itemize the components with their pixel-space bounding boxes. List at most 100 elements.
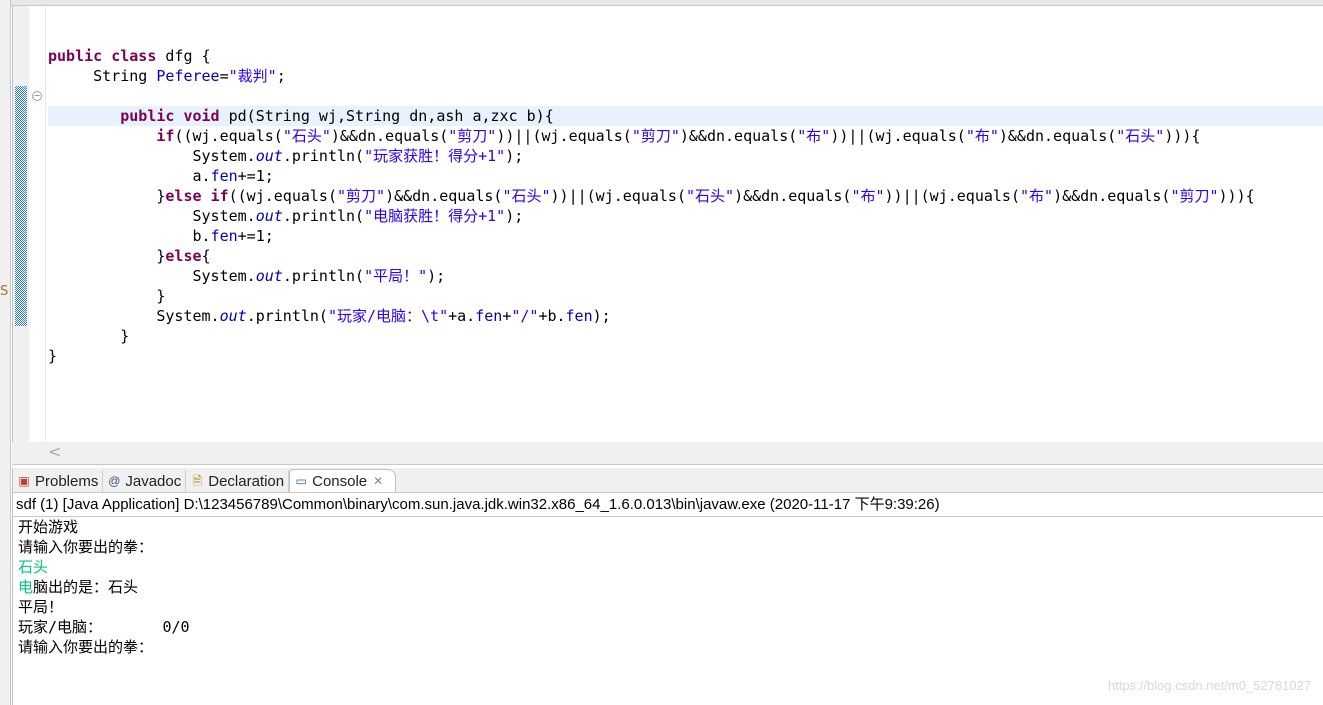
code-text: .println(: [282, 147, 365, 165]
tab-console[interactable]: ▭ Console ✕: [289, 469, 397, 492]
field-name: fen: [475, 307, 503, 325]
code-line[interactable]: a.fen+=1;: [48, 166, 1323, 186]
code-text: );: [505, 147, 524, 165]
static-field: out: [255, 207, 283, 225]
code-line[interactable]: System.out.println("平局！");: [48, 266, 1323, 286]
code-text: String: [48, 67, 157, 85]
code-text: )&&dn.equals(: [385, 187, 503, 205]
code-line[interactable]: }: [48, 326, 1323, 346]
code-line[interactable]: String Peferee="裁判";: [48, 66, 1323, 86]
code-text: b.: [48, 227, 211, 245]
console-process-label: sdf (1) [Java Application] D:\123456789\…: [13, 493, 1323, 517]
string-literal: "布": [1020, 187, 1054, 205]
tab-declaration[interactable]: 🗎 Declaration: [186, 470, 290, 492]
console-line: 请输入你要出的拳：: [18, 637, 1323, 657]
code-line[interactable]: b.fen+=1;: [48, 226, 1323, 246]
string-literal: "石头": [502, 187, 551, 205]
code-text: }: [48, 187, 166, 205]
console-output-text: 请输入你要出的拳：: [18, 638, 154, 656]
code-text: );: [592, 307, 611, 325]
code-text: =: [219, 67, 229, 85]
code-text: .println(: [282, 267, 365, 285]
code-line[interactable]: [48, 26, 1323, 46]
keyword: else: [165, 247, 202, 265]
code-line[interactable]: }: [48, 286, 1323, 306]
string-literal: "剪刀": [448, 127, 497, 145]
string-literal: "裁判": [228, 67, 277, 85]
string-literal: "布": [797, 127, 831, 145]
close-icon[interactable]: ✕: [373, 474, 383, 488]
fold-collapse-icon[interactable]: −: [32, 91, 42, 101]
keyword: public: [120, 107, 175, 125]
annotation-ruler: [13, 6, 29, 442]
string-literal: "石头": [1116, 127, 1165, 145]
editor-gutter: [29, 6, 46, 442]
at-icon: @: [108, 474, 121, 488]
tab-label: Problems: [35, 472, 99, 490]
code-text: );: [505, 207, 524, 225]
code-text: System.: [48, 307, 220, 325]
code-text: a.: [48, 167, 211, 185]
code-line[interactable]: [48, 86, 1323, 106]
console-output-text: 玩家/电脑： 0/0: [18, 618, 190, 636]
console-output-text: 平局！: [18, 598, 64, 616]
code-line[interactable]: }: [48, 346, 1323, 366]
console-line: 石头: [18, 557, 1323, 577]
code-text: ))||(wj.equals(: [496, 127, 632, 145]
code-line[interactable]: System.out.println("玩家/电脑：\t"+a.fen+"/"+…: [48, 306, 1323, 326]
code-text: +b.: [538, 307, 566, 325]
string-literal: "平局！": [364, 267, 428, 285]
code-line[interactable]: System.out.println("玩家获胜！得分+1");: [48, 146, 1323, 166]
code-text: dfg {: [156, 47, 211, 65]
string-literal: "玩家获胜！得分+1": [364, 147, 506, 165]
code-text: }: [48, 247, 166, 265]
code-text: +=1;: [237, 227, 274, 245]
code-text: }: [48, 347, 58, 365]
tab-label: Declaration: [208, 472, 285, 490]
code-text: .println(: [246, 307, 328, 325]
console-icon: ▭: [295, 474, 307, 488]
code-text: ((wj.equals(: [174, 127, 283, 145]
keyword: if: [156, 127, 175, 145]
code-line[interactable]: }else{: [48, 246, 1323, 266]
code-line[interactable]: }else if((wj.equals("剪刀")&&dn.equals("石头…: [48, 186, 1323, 206]
tab-problems[interactable]: ▣ Problems: [13, 470, 104, 492]
console-line: 平局！: [18, 597, 1323, 617]
scroll-left-icon[interactable]: <: [48, 442, 61, 461]
field-name: fen: [565, 307, 593, 325]
code-line[interactable]: public class dfg {: [48, 46, 1323, 66]
code-text: +a.: [448, 307, 476, 325]
code-line[interactable]: public void pd(String wj,String dn,ash a…: [48, 106, 1323, 126]
string-literal: "/": [511, 307, 539, 325]
code-editor[interactable]: − public class dfg { String Peferee="裁判"…: [12, 6, 1323, 442]
keyword: if: [210, 187, 229, 205]
tab-javadoc[interactable]: @ Javadoc: [103, 470, 187, 492]
string-literal: "电脑获胜！得分+1": [364, 207, 506, 225]
code-lines[interactable]: public class dfg { String Peferee="裁判"; …: [48, 26, 1323, 366]
string-literal: "石头": [282, 127, 331, 145]
code-text: )&&dn.equals(: [679, 127, 798, 145]
console-input-text: 电: [18, 578, 34, 596]
keyword: void: [183, 107, 220, 125]
static-field: out: [255, 267, 283, 285]
console-output[interactable]: 开始游戏 请输入你要出的拳： 石头 电脑出的是：石头 平局！ 玩家/电脑： 0/0 请输入你…: [13, 517, 1323, 657]
code-text: );: [427, 267, 446, 285]
static-field: out: [255, 147, 283, 165]
code-line[interactable]: System.out.println("电脑获胜！得分+1");: [48, 206, 1323, 226]
bottom-panel: ▣ Problems @ Javadoc 🗎 Declaration ▭ Console ✕ s…: [12, 468, 1323, 705]
code-text: ))||(wj.equals(: [830, 127, 966, 145]
console-input-text: 石头: [18, 558, 49, 576]
code-text: pd(String wj,String dn,ash a,zxc b){: [219, 107, 554, 125]
horizontal-scrollbar[interactable]: <: [12, 442, 1323, 465]
code-text: System.: [48, 207, 256, 225]
string-literal: "石头": [686, 187, 735, 205]
code-line[interactable]: if((wj.equals("石头")&&dn.equals("剪刀"))||(…: [48, 126, 1323, 146]
string-literal: "剪刀": [1170, 187, 1219, 205]
console-line: 电脑出的是：石头: [18, 577, 1323, 597]
declaration-icon: 🗎: [192, 474, 203, 488]
console-line: 玩家/电脑： 0/0: [18, 617, 1323, 637]
console-line: 开始游戏: [18, 517, 1323, 537]
